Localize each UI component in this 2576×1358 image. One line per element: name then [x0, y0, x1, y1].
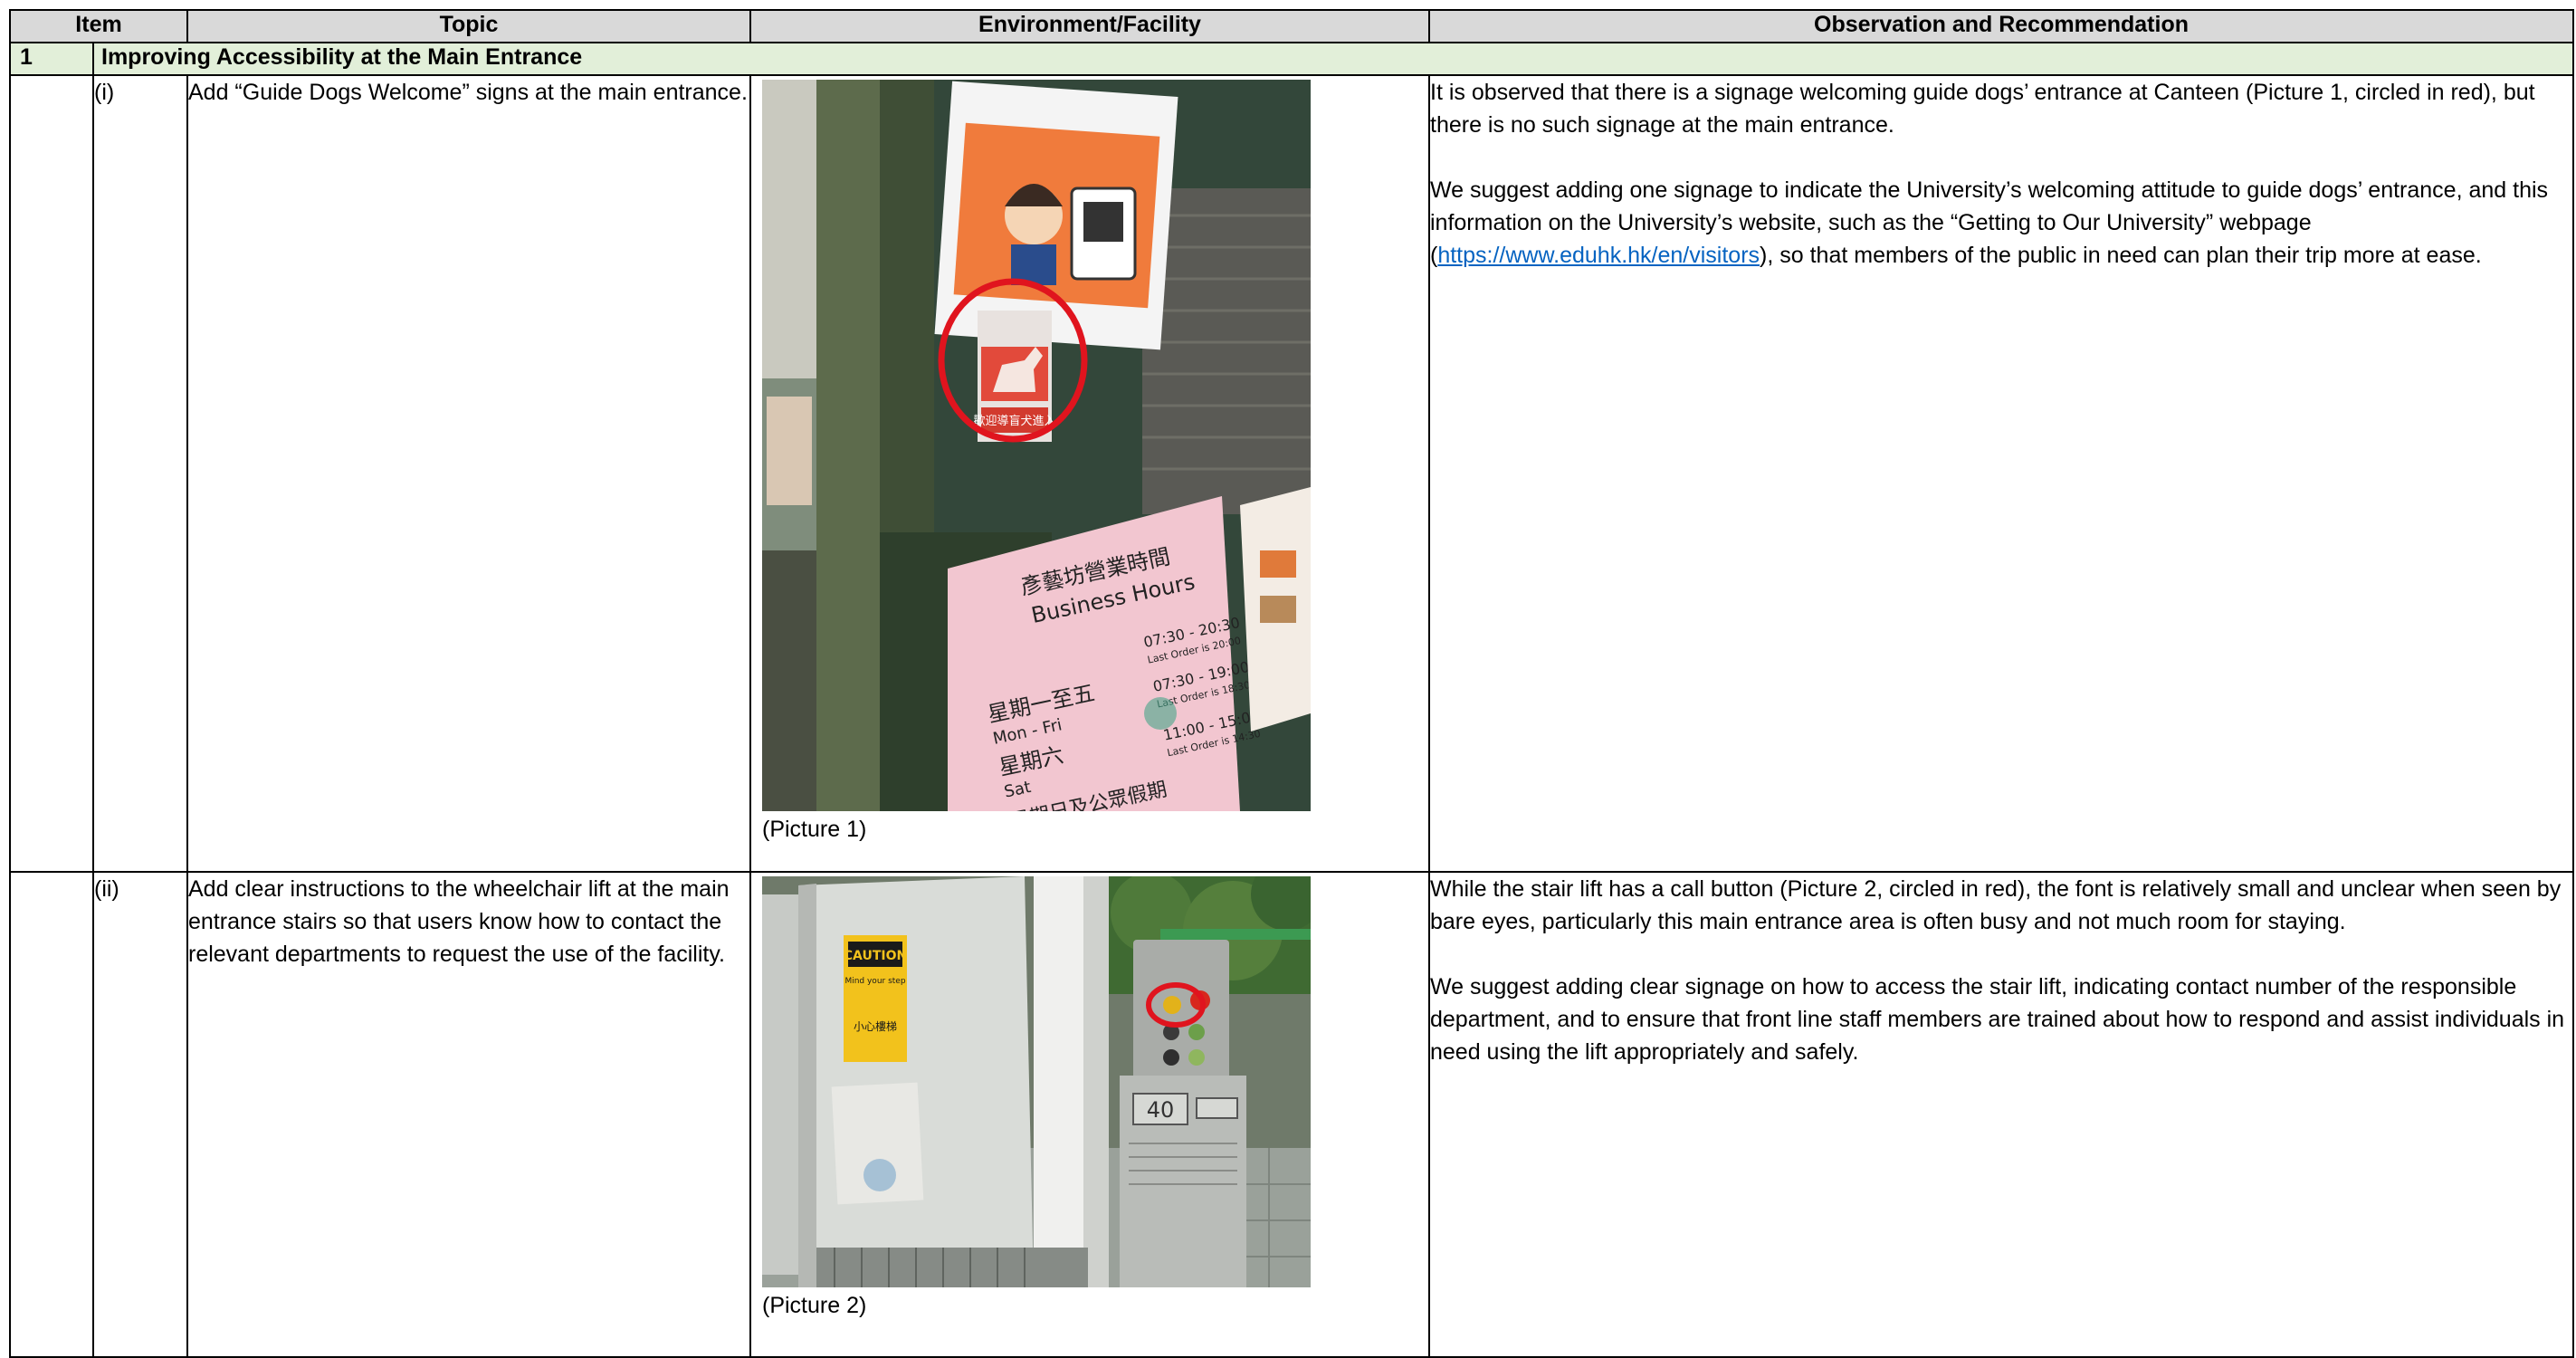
sub-item-number: (ii)	[92, 871, 188, 1358]
topic-cell: Add “Guide Dogs Welcome” signs at the ma…	[186, 74, 751, 873]
picture-2-photo: CAUTION Mind your step 小心樓梯 40	[762, 876, 1311, 1287]
picture-1-photo: 歡迎導盲犬進入 彥藝坊營業時間 Business Hours 星期一至五 Mon…	[762, 80, 1311, 811]
empty-item-cell	[9, 74, 94, 873]
mind-step-text: Mind your step	[844, 977, 905, 986]
header-item: Item	[9, 9, 188, 43]
caution-text: CAUTION	[844, 949, 907, 963]
picture-1-caption: (Picture 1)	[762, 817, 867, 842]
section-title: Improving Accessibility at the Main Entr…	[92, 42, 2574, 76]
recommendation-paragraph: We suggest adding clear signage on how t…	[1430, 974, 2565, 1065]
environment-cell: 歡迎導盲犬進入 彥藝坊營業時間 Business Hours 星期一至五 Mon…	[749, 74, 1430, 873]
observation-cell: While the stair lift has a call button (…	[1428, 871, 2574, 1358]
observation-paragraph: While the stair lift has a call button (…	[1430, 876, 2562, 934]
header-topic: Topic	[186, 9, 751, 43]
empty-item-cell	[9, 871, 94, 1358]
caution-cn-text: 小心樓梯	[854, 1019, 897, 1033]
table-header-row: Item Topic Environment/Facility Observat…	[9, 9, 2574, 43]
header-observation: Observation and Recommendation	[1428, 9, 2574, 43]
panel-number: 40	[1147, 1097, 1175, 1123]
table-row: (i) Add “Guide Dogs Welcome” signs at th…	[9, 74, 2574, 873]
header-environment: Environment/Facility	[749, 9, 1430, 43]
observation-paragraph: It is observed that there is a signage w…	[1430, 80, 2535, 138]
environment-cell: CAUTION Mind your step 小心樓梯 40 (Picture …	[749, 871, 1430, 1358]
observation-cell: It is observed that there is a signage w…	[1428, 74, 2574, 873]
guide-dog-sign-text: 歡迎導盲犬進入	[973, 414, 1055, 428]
recommendation-table: Item Topic Environment/Facility Observat…	[9, 9, 2574, 1358]
recommendation-text-end: ), so that members of the public in need…	[1760, 243, 2482, 268]
visitors-link[interactable]: https://www.eduhk.hk/en/visitors	[1437, 243, 1760, 268]
section-row: 1 Improving Accessibility at the Main En…	[9, 42, 2574, 76]
table-row: (ii) Add clear instructions to the wheel…	[9, 871, 2574, 1358]
section-number: 1	[9, 42, 94, 76]
picture-2-caption: (Picture 2)	[762, 1293, 867, 1318]
document-page: Item Topic Environment/Facility Observat…	[0, 0, 2576, 1358]
topic-cell: Add clear instructions to the wheelchair…	[186, 871, 751, 1358]
sub-item-number: (i)	[92, 74, 188, 873]
recommendation-paragraph: We suggest adding one signage to indicat…	[1430, 174, 2572, 272]
